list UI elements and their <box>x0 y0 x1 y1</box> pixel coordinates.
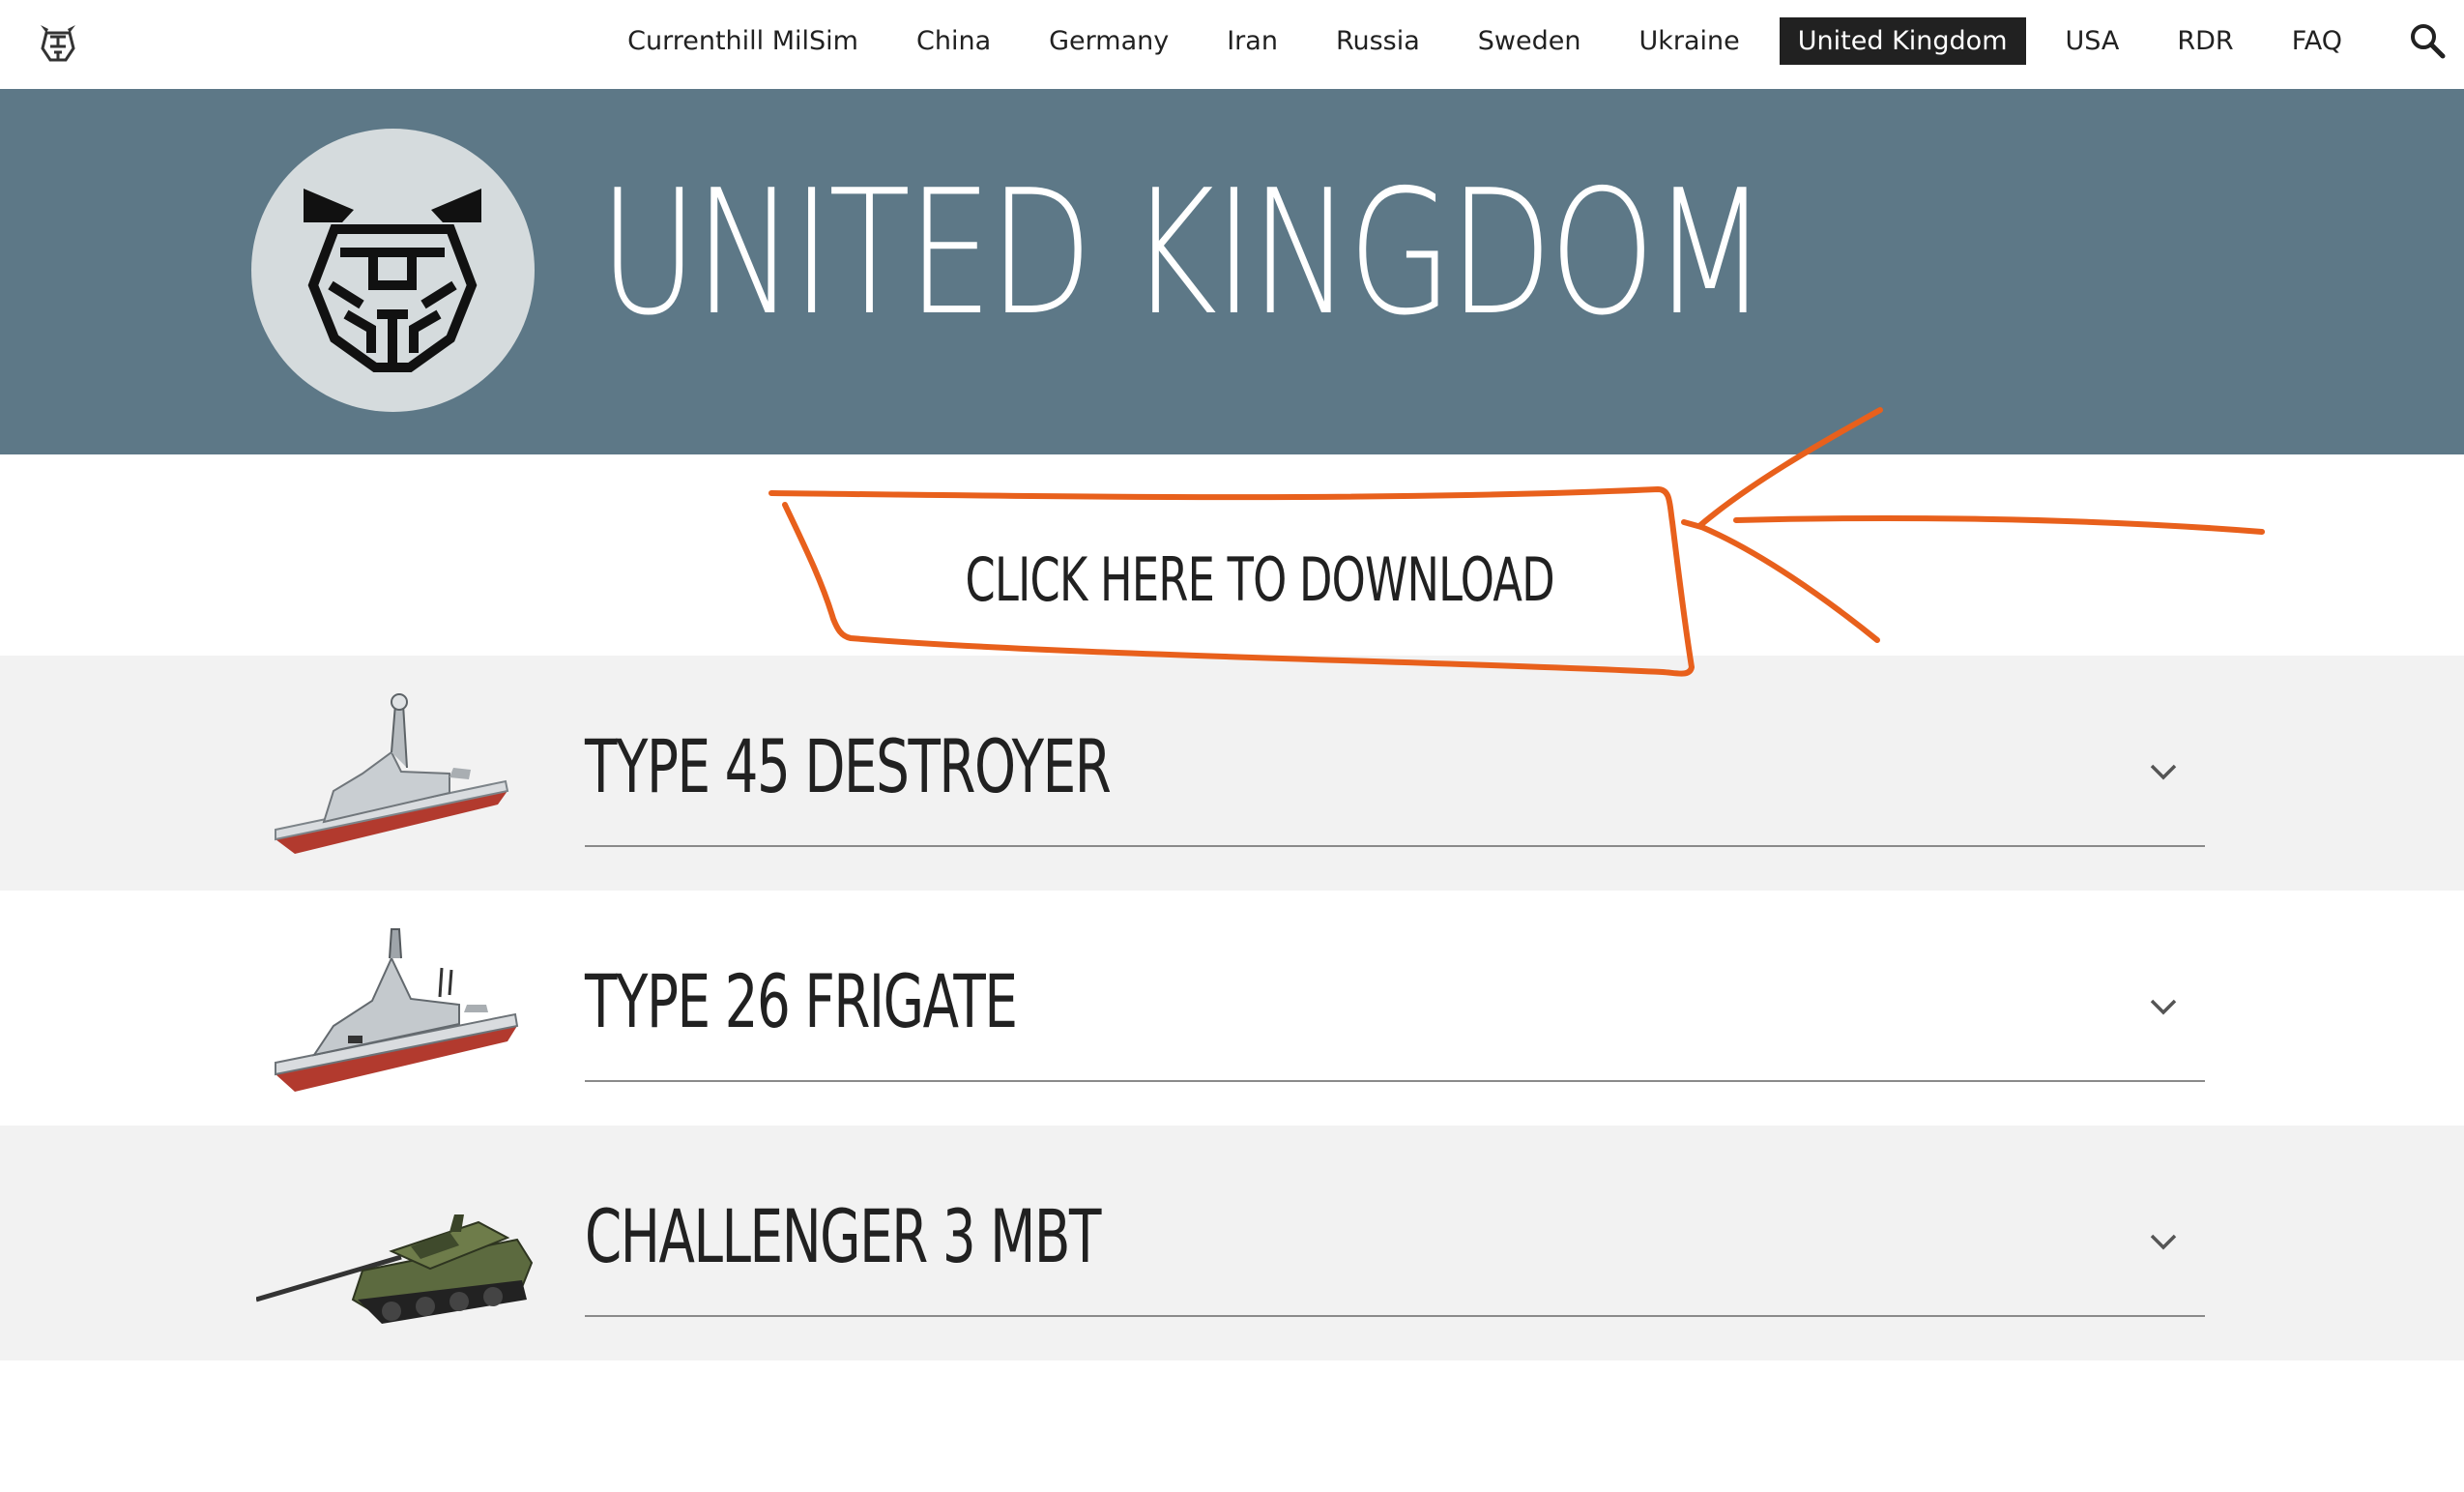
chevron-down-icon[interactable] <box>2144 1222 2183 1261</box>
section-title-type-45-destroyer: TYPE 45 DESTROYER <box>585 723 1112 809</box>
chevron-down-icon[interactable] <box>2144 752 2183 791</box>
frigate-ship-image <box>256 920 546 1098</box>
site-logo-icon[interactable] <box>37 19 79 64</box>
accordion-row-type-45-destroyer: TYPE 45 DESTROYER <box>0 656 2464 891</box>
nav-item-germany[interactable]: Germany <box>1030 17 1187 65</box>
nav-item-currenthill-milsim[interactable]: Currenthill MilSim <box>609 17 877 65</box>
hero-banner: UNITED KINGDOM <box>0 89 2464 454</box>
row-divider <box>585 1080 2205 1082</box>
search-icon[interactable] <box>2408 21 2447 60</box>
download-button-label: CLICK HERE TO DOWNLOAD <box>965 544 1554 615</box>
download-button[interactable]: CLICK HERE TO DOWNLOAD <box>851 522 1605 638</box>
nav-item-faq[interactable]: FAQ <box>2274 17 2361 65</box>
nav-item-russia[interactable]: Russia <box>1318 17 1438 65</box>
row-divider <box>585 845 2205 847</box>
page-title: UNITED KINGDOM <box>599 153 1768 353</box>
viking-emblem-icon <box>251 129 535 412</box>
accordion-row-type-26-frigate: TYPE 26 FRIGATE <box>0 891 2464 1126</box>
nav-item-usa[interactable]: USA <box>2047 17 2138 65</box>
nav-item-sweden[interactable]: Sweden <box>1460 17 1600 65</box>
nav-item-iran[interactable]: Iran <box>1208 17 1296 65</box>
section-title-type-26-frigate: TYPE 26 FRIGATE <box>585 958 1018 1044</box>
nav-item-china[interactable]: China <box>898 17 1009 65</box>
destroyer-ship-image <box>256 685 546 863</box>
tank-image <box>255 1155 546 1333</box>
section-title-challenger-3-mbt: CHALLENGER 3 MBT <box>585 1193 1101 1279</box>
chevron-down-icon[interactable] <box>2144 987 2183 1026</box>
nav-item-ukraine[interactable]: Ukraine <box>1621 17 1758 65</box>
download-section: CLICK HERE TO DOWNLOAD <box>0 454 2464 656</box>
nav-item-rdr[interactable]: RDR <box>2159 17 2251 65</box>
row-divider <box>585 1315 2205 1317</box>
nav-item-united-kingdom[interactable]: United Kingdom <box>1779 16 2026 65</box>
top-navigation: Currenthill MilSim China Germany Iran Ru… <box>0 0 2464 89</box>
accordion-row-challenger-3-mbt: CHALLENGER 3 MBT <box>0 1126 2464 1360</box>
nav-menu: Currenthill MilSim China Germany Iran Ru… <box>598 0 2464 81</box>
